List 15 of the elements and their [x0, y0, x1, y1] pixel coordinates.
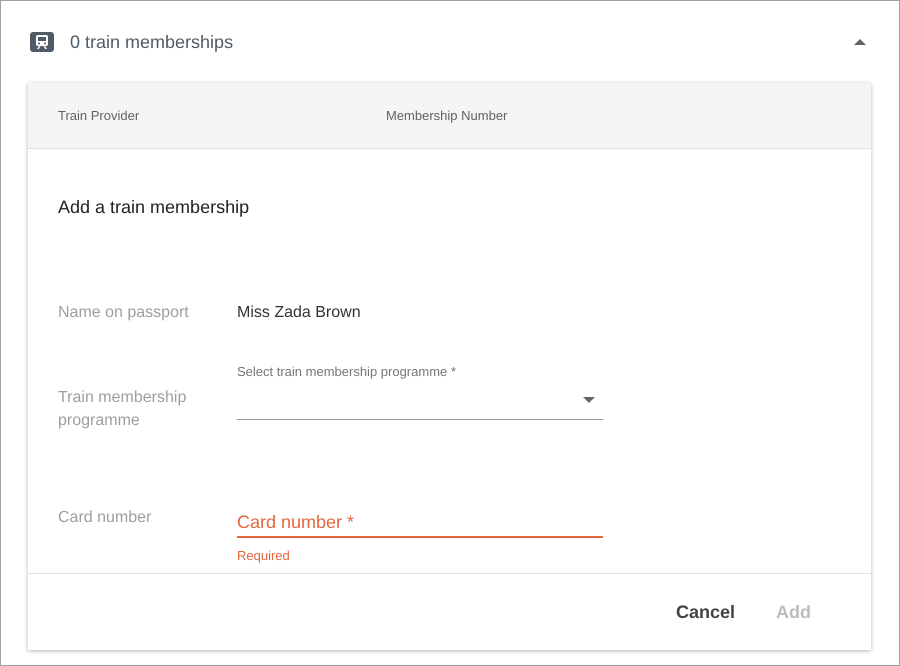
form-title: Add a train membership: [58, 196, 250, 219]
dropdown-caret-icon: [583, 397, 595, 403]
caret-up-icon[interactable]: [854, 39, 866, 45]
column-header: Membership Number: [386, 106, 508, 125]
column-header: Train Provider: [58, 106, 140, 125]
field-label: Train membership programme: [58, 388, 188, 431]
train-icon: [30, 32, 54, 52]
field-value: Miss Zada Brown: [237, 303, 361, 323]
field-label: Card number: [58, 508, 152, 528]
card-number-field[interactable]: Card number *: [237, 508, 603, 538]
cancel-button[interactable]: Cancel: [668, 594, 743, 630]
select-field[interactable]: Select train membership programme *: [237, 363, 603, 420]
error-message: Required: [237, 548, 290, 564]
field-label: Name on passport: [58, 303, 190, 323]
section-title: 0 train memberships: [70, 30, 234, 54]
